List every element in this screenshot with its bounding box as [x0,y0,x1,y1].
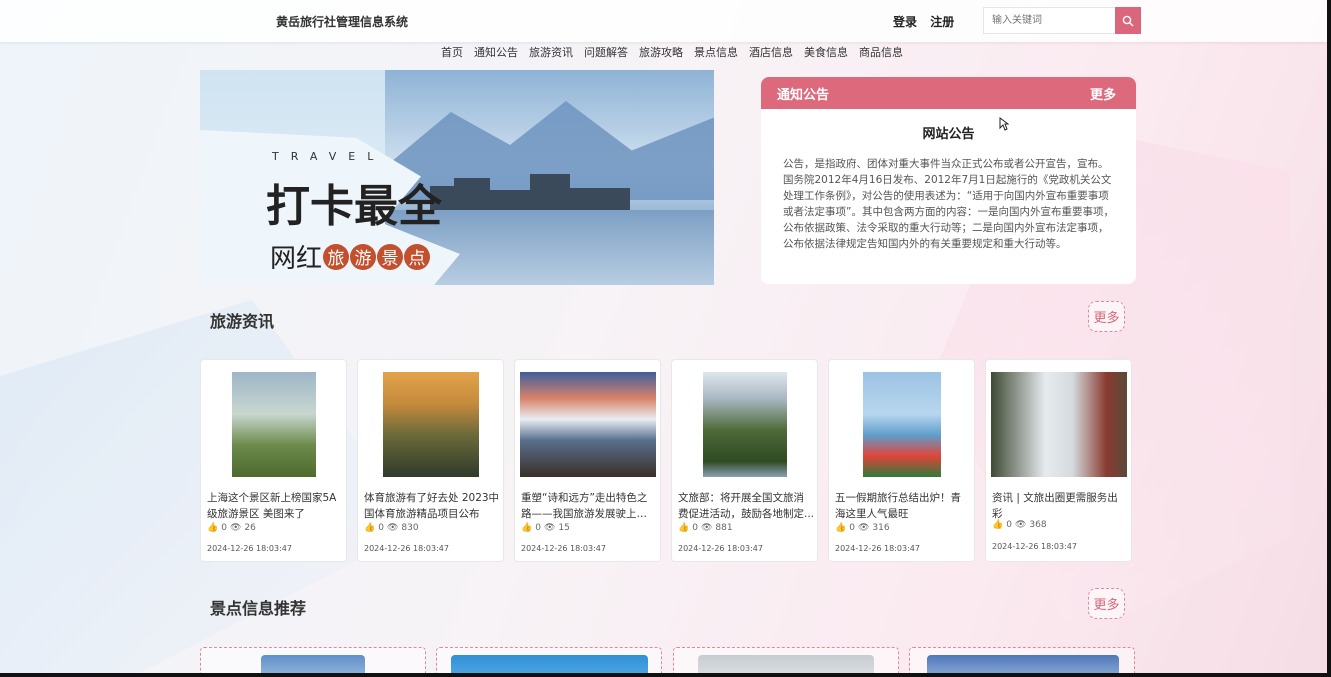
search-icon [1122,15,1134,26]
news-stats: 👍 0 👁 368 [992,520,1047,530]
notice-panel: 通知公告 更多 网站公告 公告，是指政府、团体对重大事件当众正式公布或者公开宣告… [761,77,1136,284]
notice-body: 公告，是指政府、团体对重大事件当众正式公布或者公开宣告，宣布。国务院2012年4… [783,158,1114,250]
news-stats: 👍 0 👁 26 [207,523,256,533]
news-title[interactable]: 五一假期旅行总结出炉！青海这里人气最旺 [835,490,971,522]
top-header: 黄岳旅行社管理信息系统 登录 注册 [0,0,1327,42]
search-button[interactable] [1115,7,1141,34]
news-image [520,372,656,477]
main-nav: 首页 通知公告 旅游资讯 问题解答 旅游攻略 景点信息 酒店信息 美食信息 商品… [441,44,914,60]
notice-title[interactable]: 网站公告 [761,123,1136,142]
nav-food[interactable]: 美食信息 [804,44,848,60]
news-card[interactable]: 重塑“诗和远方”走出特色之路——我国旅游发展驶上快车道 👍0 👁15 2024-… [514,359,661,562]
notice-header: 通知公告 更多 [761,77,1136,109]
mouse-cursor-icon [999,117,1009,131]
news-stats: 👍 0 👁 881 [678,523,733,533]
news-title[interactable]: 资讯 | 文旅出圈更需服务出彩 [992,490,1128,522]
news-stats: 👍 0 👁 830 [364,523,419,533]
news-stats: 👍 0 👁 15 [521,523,570,533]
banner-subtitle: 网红 旅 游 景 点 [270,238,431,275]
news-card[interactable]: 资讯 | 文旅出圈更需服务出彩 👍 0 👁 368 2024-12-26 18:03… [985,359,1132,562]
notice-more-link[interactable]: 更多 [1090,84,1116,103]
news-image [991,372,1127,477]
news-more-button[interactable]: 更多 [1088,301,1125,332]
eye-icon: 👁 [857,523,870,533]
news-card[interactable]: 文旅部：将开展全国文旅消费促进活动，鼓励各地制定... 👍 0 👁 881 2024… [671,359,818,562]
news-title[interactable]: 体育旅游有了好去处 2023中国体育旅游精品项目公布 [364,490,500,522]
news-date: 2024-12-26 18:03:47 [678,544,763,553]
search-bar [983,7,1141,34]
news-section-title: 旅游资讯 [210,312,275,331]
nav-guides[interactable]: 旅游攻略 [639,44,683,60]
banner-carousel[interactable]: TRAVEL 打卡最全 网红 旅 游 景 点 [200,70,714,285]
scenic-section-title: 景点信息推荐 [210,599,307,618]
login-link[interactable]: 登录 [893,15,917,29]
notice-header-title: 通知公告 [777,87,830,103]
auth-links: 登录 注册 [893,13,963,30]
news-image [383,372,479,477]
window-edge [0,673,1331,677]
news-image [703,372,787,477]
thumbs-up-icon: 👍 [207,523,219,533]
news-stats: 👍 0 👁 316 [835,523,890,533]
news-date: 2024-12-26 18:03:47 [835,544,920,553]
news-date: 2024-12-26 18:03:47 [364,544,449,553]
news-image [232,372,316,477]
eye-icon: 👁 [1014,520,1027,530]
eye-icon: 👁 [386,523,399,533]
news-card[interactable]: 体育旅游有了好去处 2023中国体育旅游精品项目公布 👍 0 👁 830 2024-… [357,359,504,562]
news-card[interactable]: 五一假期旅行总结出炉！青海这里人气最旺 👍 0 👁 316 2024-12-26 1… [828,359,975,562]
site-title: 黄岳旅行社管理信息系统 [276,15,409,29]
thumbs-up-icon: 👍 [364,523,376,533]
banner-headline: 打卡最全 [266,181,442,232]
nav-hotel[interactable]: 酒店信息 [749,44,793,60]
news-card[interactable]: 上海这个景区新上榜国家5A级旅游景区 美图来了 👍 0 👁 26 2024-12-2… [200,359,347,562]
nav-home[interactable]: 首页 [441,44,463,60]
thumbs-up-icon: 👍 [992,520,1004,530]
news-image [863,372,941,477]
news-date: 2024-12-26 18:03:47 [521,544,606,553]
eye-icon: 👁 [229,523,242,533]
nav-notice[interactable]: 通知公告 [474,44,518,60]
news-title[interactable]: 文旅部：将开展全国文旅消费促进活动，鼓励各地制定... [678,490,814,522]
search-input[interactable] [983,7,1115,34]
nav-news[interactable]: 旅游资讯 [529,44,573,60]
thumbs-up-icon: 👍 [835,523,847,533]
scenic-more-button[interactable]: 更多 [1088,588,1125,619]
news-title[interactable]: 上海这个景区新上榜国家5A级旅游景区 美图来了 [207,490,343,522]
nav-scenic[interactable]: 景点信息 [694,44,738,60]
banner-travel-text: TRAVEL [272,150,386,163]
register-link[interactable]: 注册 [930,15,954,29]
nav-qa[interactable]: 问题解答 [584,44,628,60]
thumbs-up-icon: 👍 [678,523,690,533]
news-title[interactable]: 重塑“诗和远方”走出特色之路——我国旅游发展驶上快车道 [521,490,657,522]
eye-icon: 👁 [700,523,713,533]
window-edge [1327,0,1331,677]
news-date: 2024-12-26 18:03:47 [207,544,292,553]
eye-icon: 👁 [543,523,556,533]
news-date: 2024-12-26 18:03:47 [992,542,1077,551]
nav-goods[interactable]: 商品信息 [859,44,903,60]
thumbs-up-icon: 👍 [521,523,533,533]
